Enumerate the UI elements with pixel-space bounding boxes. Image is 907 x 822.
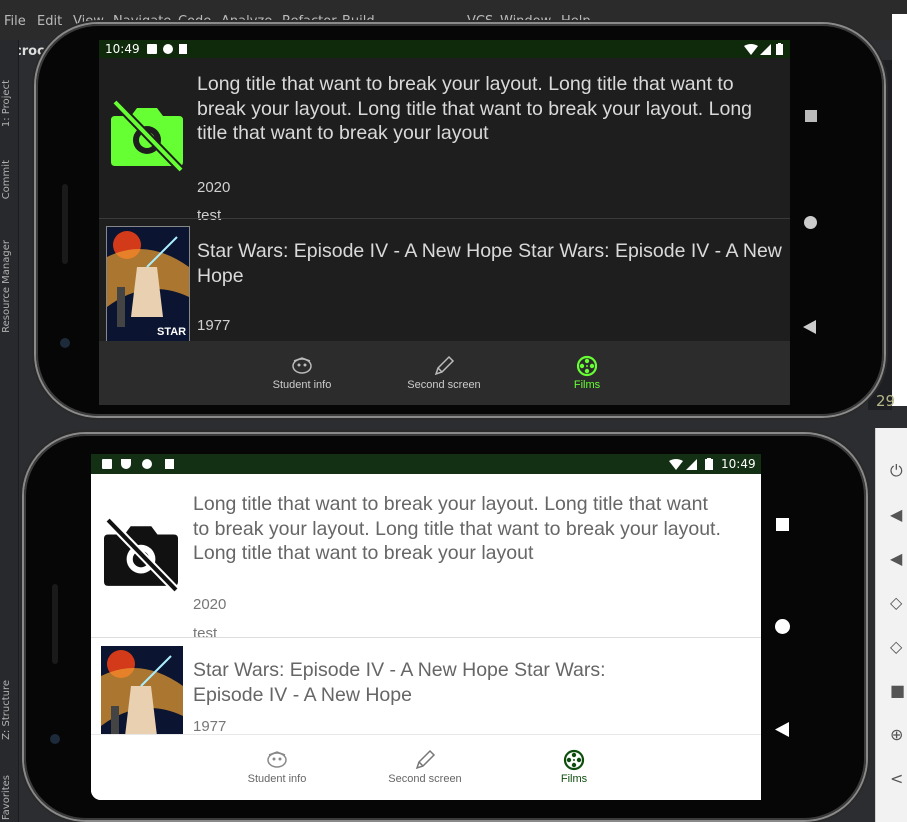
ide-right-panel (892, 14, 907, 406)
nav-label: Student info (272, 379, 332, 391)
tool-window-structure[interactable]: Z: Structure (1, 680, 17, 740)
no-photo-icon (104, 518, 179, 592)
line-number: 29 (876, 392, 896, 410)
student-icon (267, 751, 287, 768)
item-year: 1977 (193, 718, 227, 735)
nav-student-info[interactable]: Student info (242, 341, 362, 405)
status-time: 10:49 (721, 457, 756, 471)
back-icon[interactable]: < (890, 770, 907, 788)
bottom-navigation: Student info Second screen Films (99, 341, 790, 405)
list-item[interactable]: Star Wars: Episode IV - A New Hope Star … (91, 638, 761, 766)
item-title: Star Wars: Episode IV - A New Hope Star … (193, 659, 606, 706)
status-bar: 10:49 (99, 40, 790, 58)
notification-a-icon (102, 459, 112, 469)
emulator-toolbar: ⏻ ◀ ◀ ◇ ◇ ■ ⊕ < (875, 428, 907, 822)
overview-button[interactable] (776, 518, 789, 531)
pencil-icon (415, 749, 436, 770)
rotate-left-icon[interactable]: ◇ (890, 594, 907, 612)
signal-icon (760, 44, 771, 55)
status-bar: 10:49 (91, 454, 761, 474)
item-year: 1977 (197, 317, 231, 334)
side-speaker (62, 184, 68, 264)
wifi-icon (669, 459, 683, 470)
battery-icon (776, 43, 783, 55)
screen-dark: 10:49 Long title that want to break your… (99, 40, 790, 405)
item-year: 2020 (197, 179, 231, 196)
nav-films[interactable]: Films (514, 735, 634, 799)
status-time: 10:49 (105, 42, 140, 56)
film-reel-icon (563, 749, 585, 771)
item-year: 2020 (193, 596, 227, 613)
nav-label: Films (560, 773, 588, 785)
item-title: Long title that want to break your layou… (197, 73, 753, 144)
item-title: Long title that want to break your layou… (193, 493, 721, 564)
star-wars-poster: STAR (106, 226, 190, 348)
screen-light: 10:49 Long title that want to break your… (91, 454, 761, 800)
nav-label: Second screen (407, 379, 481, 391)
tool-window-commit[interactable]: Commit (1, 160, 17, 199)
back-button[interactable] (803, 320, 816, 334)
tool-window-favorites[interactable]: Favorites (1, 775, 17, 820)
tool-window-project[interactable]: 1: Project (1, 80, 17, 127)
zoom-icon[interactable]: ⊕ (890, 726, 907, 744)
nav-films[interactable]: Films (527, 341, 647, 405)
sd-card-icon (179, 44, 187, 54)
shield-icon (121, 459, 131, 469)
pencil-icon (434, 355, 455, 376)
home-button[interactable] (775, 619, 790, 634)
notification-a-icon (147, 44, 157, 54)
film-reel-icon (576, 355, 598, 377)
camera-icon[interactable]: ■ (890, 682, 907, 700)
svg-text:STAR: STAR (157, 326, 186, 338)
nav-second-screen[interactable]: Second screen (384, 341, 504, 405)
nav-student-info[interactable]: Student info (217, 735, 337, 799)
nav-label: Student info (247, 773, 307, 785)
back-button[interactable] (775, 722, 789, 737)
home-button[interactable] (804, 216, 817, 229)
power-icon[interactable]: ⏻ (890, 462, 907, 480)
side-speaker (52, 584, 58, 664)
circle-icon (142, 459, 152, 469)
tool-window-strip: 1: Project Commit Resource Manager Z: St… (0, 40, 19, 822)
sd-card-icon (165, 459, 174, 469)
nav-second-screen[interactable]: Second screen (365, 735, 485, 799)
tool-window-resource-manager[interactable]: Resource Manager (1, 240, 17, 333)
student-icon (292, 357, 312, 374)
phone-dark-theme: 10:49 Long title that want to break your… (36, 24, 884, 416)
menu-file[interactable]: File (4, 14, 26, 29)
signal-icon (686, 459, 697, 470)
list-item[interactable]: STAR Star Wars: Episode IV - A New Hope … (99, 219, 790, 362)
bottom-navigation: Student info Second screen Films (91, 734, 761, 800)
menu-edit[interactable]: Edit (37, 14, 62, 29)
nav-label: Films (573, 379, 601, 391)
no-photo-icon (111, 100, 184, 172)
volume-up-icon[interactable]: ◀ (890, 506, 907, 524)
phone-light-theme: 10:49 Long title that want to break your… (24, 434, 866, 820)
battery-icon (705, 458, 713, 470)
list-item[interactable]: Long title that want to break your layou… (91, 474, 761, 642)
front-camera (60, 338, 70, 348)
list-item[interactable]: Long title that want to break your layou… (99, 58, 790, 224)
wifi-icon (744, 44, 758, 55)
front-camera (50, 734, 60, 744)
rotate-right-icon[interactable]: ◇ (890, 638, 907, 656)
volume-down-icon[interactable]: ◀ (890, 550, 907, 568)
item-title: Star Wars: Episode IV - A New Hope Star … (197, 240, 782, 287)
overview-button[interactable] (805, 110, 817, 122)
nav-label: Second screen (388, 773, 462, 785)
notification-p-icon (163, 44, 173, 54)
